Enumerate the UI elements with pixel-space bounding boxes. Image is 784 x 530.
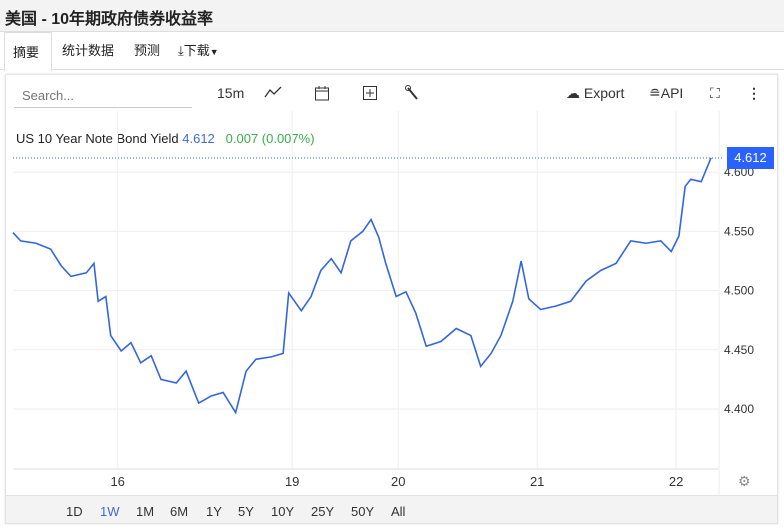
price-chart[interactable]: 4.4004.4504.5004.5504.60016 19 20 21 22 (6, 75, 777, 495)
x-tick-label: 22 (669, 474, 683, 489)
range-50y[interactable]: 50Y (351, 504, 374, 519)
tab-download-label: 下载 (183, 43, 210, 58)
range-10y[interactable]: 10Y (271, 504, 294, 519)
tab-download[interactable]: ⤓下载▼ (178, 40, 219, 59)
tab-bar: 摘要 统计数据 预测 ⤓下载▼ (0, 32, 784, 71)
range-5y[interactable]: 5Y (238, 504, 254, 519)
settings-gear-icon[interactable]: ⚙ (738, 473, 751, 490)
range-6m[interactable]: 6M (170, 504, 188, 519)
x-tick-label: 19 (285, 474, 299, 489)
y-tick-label: 4.400 (724, 402, 754, 416)
range-1m[interactable]: 1M (136, 504, 154, 519)
tab-summary[interactable]: 摘要 (4, 32, 52, 71)
y-tick-label: 4.500 (724, 284, 754, 298)
page-title: 美国 - 10年期政府债券收益率 (5, 11, 214, 28)
tab-statistics[interactable]: 统计数据 (62, 40, 114, 59)
range-1d[interactable]: 1D (66, 504, 83, 519)
current-price-tag: 4.612 (727, 147, 774, 169)
x-tick-label: 21 (530, 474, 544, 489)
caret-down-icon: ▼ (209, 47, 219, 57)
range-1w[interactable]: 1W (100, 504, 120, 519)
range-selector: 1D 1W 1M 6M 1Y 5Y 10Y 25Y 50Y All (6, 495, 777, 523)
x-tick-label: 20 (391, 474, 405, 489)
y-tick-label: 4.450 (724, 343, 754, 357)
chart-widget: 15m ☁ Export ≘API ⛶ ⋮ US 10 Year Note Bo… (5, 74, 778, 524)
x-tick-label: 16 (110, 474, 124, 489)
y-tick-label: 4.550 (724, 224, 754, 238)
range-1y[interactable]: 1Y (206, 504, 222, 519)
range-25y[interactable]: 25Y (311, 504, 334, 519)
tab-forecast[interactable]: 预测 (134, 40, 160, 59)
title-bar: 美国 - 10年期政府债券收益率 (0, 0, 784, 32)
range-all[interactable]: All (391, 504, 405, 519)
